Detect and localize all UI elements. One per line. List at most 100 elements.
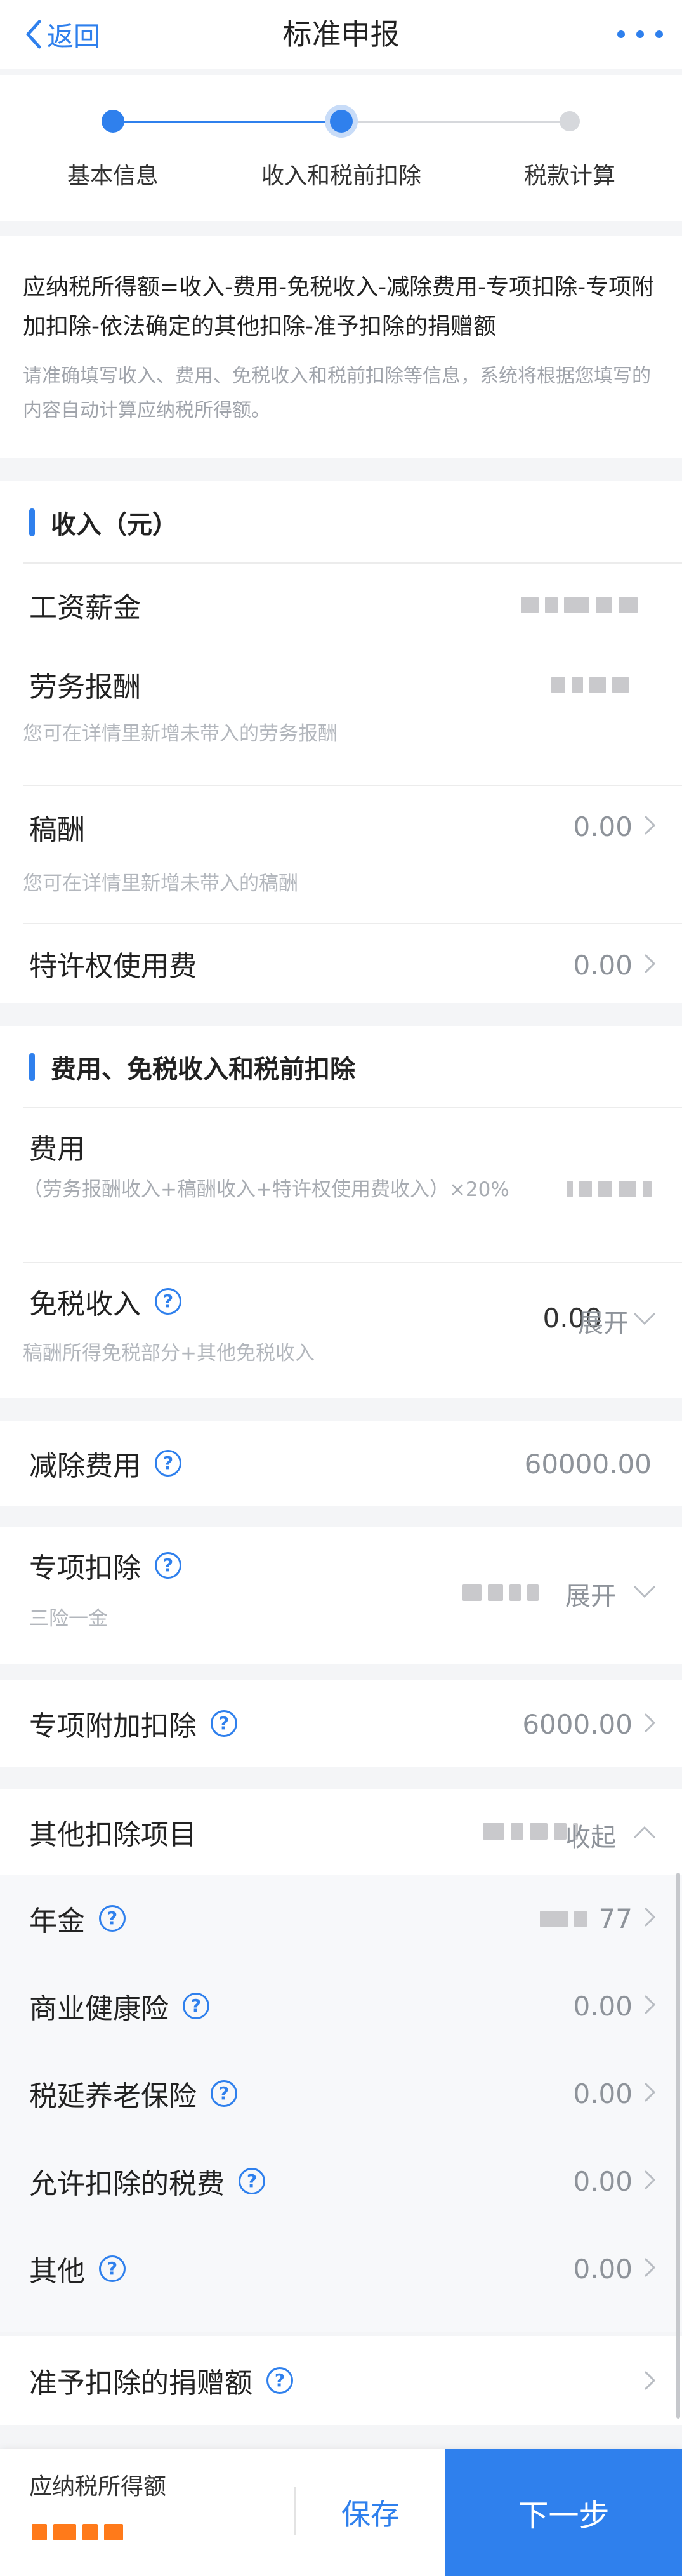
deductible-tax-row[interactable]: 允许扣除的税费 ? 0.00 [0, 2138, 682, 2224]
additional-deduction-label: 专项附加扣除 ? [29, 1680, 237, 1767]
taxable-income-value-masked [32, 2524, 123, 2540]
labor-label: 劳务报酬 [29, 671, 141, 703]
standard-deduction-value: 60000.00 [524, 1449, 652, 1480]
back-label: 返回 [47, 20, 101, 52]
pension-insurance-label: 税延养老保险 ? [29, 2050, 237, 2137]
more-dot-icon [636, 30, 644, 38]
help-icon[interactable]: ? [99, 2255, 126, 2282]
special-expand-button[interactable]: 展开 [565, 1576, 616, 1612]
help-icon[interactable]: ? [211, 1710, 237, 1737]
other-deductions-header[interactable]: 其他扣除项目 收起 [0, 1789, 682, 1875]
chevron-right-icon [644, 2257, 656, 2278]
special-deduction-value-masked [462, 1584, 539, 1601]
bottom-action-bar: 应纳税所得额 保存 下一步 [0, 2449, 682, 2576]
labor-row[interactable]: 劳务报酬 您可在详情里新增未带入的劳务报酬 [0, 646, 682, 760]
step-connector-done [113, 121, 341, 123]
formula-note: 请准确填写收入、费用、免税收入和税前扣除等信息，系统将根据您填写的内容自动计算应… [23, 365, 651, 422]
page-title: 标准申报 [282, 17, 400, 51]
formula-text: 应纳税所得额=收入-费用-免税收入-减除费用-专项扣除-专项附加扣除-依法确定的… [23, 274, 655, 340]
royalty-row[interactable]: 稿酬 0.00 您可在详情里新增未带入的稿酬 [0, 786, 682, 900]
section-title-income: 收入（元） [0, 481, 178, 564]
step-label-tax-calc: 税款计算 [523, 163, 615, 189]
health-insurance-row[interactable]: 商业健康险 ? 0.00 [0, 1963, 682, 2049]
formula-card: 应纳税所得额=收入-费用-免税收入-减除费用-专项扣除-专项附加扣除-依法确定的… [0, 236, 682, 458]
help-icon[interactable]: ? [155, 1450, 181, 1477]
other-collapse-button[interactable]: 收起 [565, 1817, 616, 1854]
annuity-value: 77 [598, 1903, 633, 1934]
step-dot-pending [560, 111, 580, 131]
chevron-right-icon [644, 815, 656, 835]
help-icon[interactable]: ? [266, 2367, 293, 2394]
expense-label: 费用 [29, 1133, 85, 1165]
standard-deduction-label: 减除费用 ? [29, 1421, 181, 1506]
royalty-value: 0.00 [573, 811, 633, 842]
salary-value-masked [521, 597, 638, 613]
taxfree-expand-button[interactable]: 展开 [578, 1303, 629, 1339]
other-row[interactable]: 其他 ? 0.00 [0, 2226, 682, 2312]
chevron-right-icon [644, 953, 656, 974]
chevron-right-icon [644, 2170, 656, 2190]
annuity-value-masked [540, 1911, 587, 1927]
help-icon[interactable]: ? [155, 1288, 181, 1315]
labor-hint: 您可在详情里新增未带入的劳务报酬 [23, 722, 338, 745]
donation-label: 准予扣除的捐赠额 ? [29, 2336, 293, 2425]
nav-bar: 返回 标准申报 [0, 0, 682, 69]
section-title-deductions: 费用、免税收入和税前扣除 [0, 1026, 355, 1108]
expense-hint: （劳务报酬收入+稿酬收入+特许权使用费收入）×20% [23, 1178, 509, 1201]
royalty-label: 稿酬 [29, 814, 85, 846]
annuity-label: 年金 ? [29, 1875, 126, 1962]
save-button[interactable]: 保存 [296, 2449, 445, 2576]
step-connector-pending [341, 121, 570, 123]
chevron-right-icon [644, 1713, 656, 1733]
other-deductions-value-masked [483, 1823, 578, 1840]
franchise-row[interactable]: 特许权使用费 0.00 [0, 924, 682, 1003]
progress-steps: 基本信息 收入和税前扣除 税款计算 [0, 75, 682, 221]
next-step-button[interactable]: 下一步 [445, 2449, 682, 2576]
additional-deduction-row[interactable]: 专项附加扣除 ? 6000.00 [0, 1680, 682, 1767]
franchise-label: 特许权使用费 [29, 950, 197, 983]
income-section: 收入（元） 工资薪金 劳务报酬 您可在详情里新增未带入的劳务报酬 稿酬 0.00… [0, 481, 682, 1003]
expense-value-masked [567, 1181, 652, 1197]
step-label-basic-info: 基本信息 [67, 163, 159, 189]
labor-value-masked [551, 677, 629, 693]
help-icon[interactable]: ? [155, 1552, 181, 1579]
deductions-section: 费用、免税收入和税前扣除 费用 （劳务报酬收入+稿酬收入+特许权使用费收入）×2… [0, 1026, 682, 1398]
donation-row[interactable]: 准予扣除的捐赠额 ? [0, 2336, 682, 2425]
taxfree-row[interactable]: 免税收入 ? 稿酬所得免税部分+其他免税收入 0.00 展开 [0, 1263, 682, 1398]
taxfree-hint: 稿酬所得免税部分+其他免税收入 [23, 1342, 315, 1365]
chevron-right-icon [644, 2082, 656, 2102]
taxable-income-label: 应纳税所得额 [29, 2474, 167, 2500]
help-icon[interactable]: ? [99, 1905, 126, 1932]
special-deduction-hint: 三险一金 [29, 1607, 108, 1630]
taxfree-label: 免税收入 ? [29, 1282, 181, 1320]
more-menu-button[interactable] [617, 14, 663, 55]
step-dot-current [330, 110, 353, 133]
expense-row[interactable]: 费用 （劳务报酬收入+稿酬收入+特许权使用费收入）×20% [0, 1108, 682, 1261]
salary-row[interactable]: 工资薪金 [0, 564, 682, 646]
franchise-value: 0.00 [573, 950, 633, 981]
health-insurance-value: 0.00 [573, 1991, 633, 2022]
chevron-right-icon [644, 2370, 656, 2391]
deductible-tax-value: 0.00 [573, 2166, 633, 2197]
chevron-down-icon [633, 1312, 656, 1325]
royalty-hint: 您可在详情里新增未带入的稿酬 [23, 872, 298, 895]
help-icon[interactable]: ? [239, 2168, 265, 2194]
additional-deduction-value: 6000.00 [522, 1709, 633, 1740]
salary-label: 工资薪金 [29, 592, 141, 624]
standard-deduction-row[interactable]: 减除费用 ? 60000.00 [0, 1421, 682, 1506]
scrollbar[interactable] [676, 1873, 680, 2419]
other-deductions-list: 年金 ? 77 商业健康险 ? 0.00 税延养老保险 ? 0.00 允许扣除的… [0, 1875, 682, 2332]
back-button[interactable]: 返回 [24, 14, 100, 55]
special-deduction-row[interactable]: 专项扣除 ? 三险一金 展开 [0, 1527, 682, 1664]
pension-insurance-value: 0.00 [573, 2078, 633, 2109]
health-insurance-label: 商业健康险 ? [29, 1963, 209, 2049]
pension-insurance-row[interactable]: 税延养老保险 ? 0.00 [0, 2050, 682, 2137]
help-icon[interactable]: ? [211, 2080, 237, 2107]
chevron-left-icon [26, 20, 41, 49]
help-icon[interactable]: ? [183, 1993, 209, 2019]
annuity-row[interactable]: 年金 ? 77 [0, 1875, 682, 1962]
deductible-tax-label: 允许扣除的税费 ? [29, 2138, 265, 2224]
more-dot-icon [655, 30, 663, 38]
step-label-income: 收入和税前扣除 [261, 163, 421, 189]
chevron-right-icon [644, 1907, 656, 1927]
